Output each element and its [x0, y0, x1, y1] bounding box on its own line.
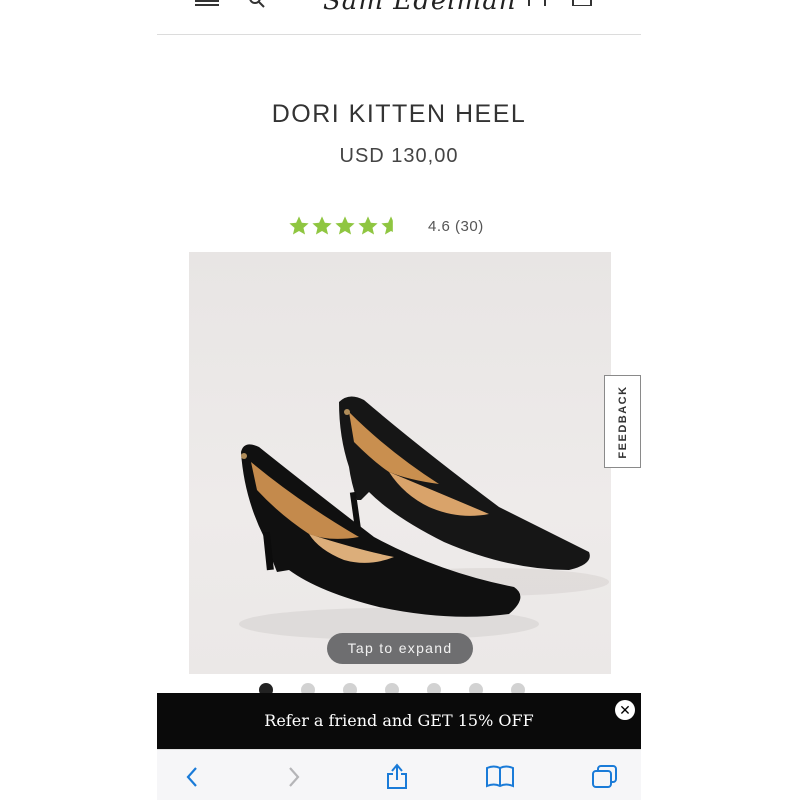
- brand-logo[interactable]: Sam Edelman: [323, 0, 515, 16]
- product-rating[interactable]: 4.6 (30): [288, 213, 484, 239]
- site-header: Sam Edelman: [157, 0, 641, 35]
- back-icon[interactable]: [185, 766, 199, 788]
- rating-summary[interactable]: 4.6 (30): [428, 218, 484, 235]
- star-icon: [312, 216, 332, 235]
- shoe-pair-illustration: [239, 396, 609, 640]
- search-icon[interactable]: [249, 0, 265, 8]
- tabs-icon[interactable]: [591, 764, 619, 790]
- promo-text[interactable]: Refer a friend and GET 15% OFF: [157, 693, 641, 749]
- account-icon[interactable]: [527, 0, 547, 6]
- close-icon[interactable]: ✕: [615, 700, 635, 720]
- star-icon: [335, 216, 355, 235]
- tap-to-expand-button[interactable]: Tap to expand: [327, 633, 473, 664]
- star-half-icon: [381, 216, 393, 235]
- promo-banner[interactable]: Refer a friend and GET 15% OFF ✕: [157, 693, 641, 749]
- forward-icon[interactable]: [287, 766, 301, 788]
- menu-icon[interactable]: [195, 0, 219, 6]
- feedback-tab[interactable]: FEEDBACK: [604, 375, 641, 468]
- star-icon: [358, 216, 378, 235]
- bag-icon[interactable]: [571, 0, 593, 6]
- product-price: USD 130,00: [339, 145, 459, 167]
- bookmarks-icon[interactable]: [485, 764, 515, 788]
- star-icon: [289, 216, 309, 235]
- product-image[interactable]: [189, 252, 611, 674]
- product-title: DORI KITTEN HEEL: [271, 100, 527, 128]
- feedback-label: FEEDBACK: [616, 384, 629, 459]
- share-icon[interactable]: [385, 762, 409, 790]
- browser-toolbar: [157, 749, 641, 800]
- rating-stars: [288, 215, 402, 237]
